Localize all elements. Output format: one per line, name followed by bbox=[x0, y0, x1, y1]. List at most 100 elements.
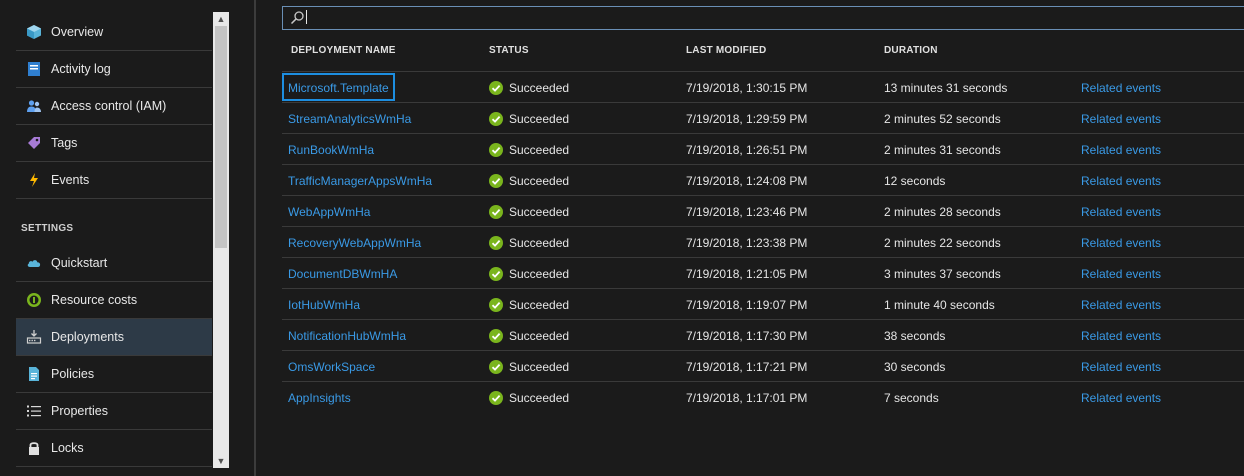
deployment-name[interactable]: OmsWorkSpace bbox=[288, 360, 375, 374]
related-events-link[interactable]: Related events bbox=[1081, 258, 1161, 289]
menu-item-quickstart[interactable]: Quickstart bbox=[16, 245, 212, 282]
success-check-icon bbox=[489, 266, 503, 281]
table-row[interactable]: DocumentDBWmHA Succeeded 7/19/2018, 1:21:0… bbox=[282, 257, 1244, 288]
deployment-name[interactable]: AppInsights bbox=[288, 391, 351, 405]
success-check-icon bbox=[489, 297, 503, 312]
success-check-icon bbox=[489, 359, 503, 374]
menu-item-deployments[interactable]: Deployments bbox=[16, 319, 212, 356]
status-cell: Succeeded bbox=[489, 72, 569, 103]
deployment-name-link[interactable]: RunBookWmHa bbox=[288, 134, 374, 165]
menu-item-activity-log[interactable]: Activity log bbox=[16, 51, 212, 88]
menu-item-label: Access control (IAM) bbox=[51, 99, 167, 113]
deployment-name-link[interactable]: RecoveryWebAppWmHa bbox=[288, 227, 421, 258]
menu-item-label: Activity log bbox=[51, 62, 111, 76]
document-icon bbox=[16, 356, 51, 393]
deployment-name-link[interactable]: StreamAnalyticsWmHa bbox=[288, 103, 411, 134]
menu-item-access-control[interactable]: Access control (IAM) bbox=[16, 88, 212, 125]
menu-item-locks[interactable]: Locks bbox=[16, 430, 212, 467]
deployment-name[interactable]: RunBookWmHa bbox=[288, 143, 374, 157]
success-check-icon bbox=[489, 235, 503, 250]
deployment-name-link[interactable]: DocumentDBWmHA bbox=[288, 258, 397, 289]
table-row[interactable]: RunBookWmHa Succeeded 7/19/2018, 1:26:51 P… bbox=[282, 133, 1244, 164]
status-cell: Succeeded bbox=[489, 103, 569, 134]
settings-section-heading: SETTINGS bbox=[21, 223, 74, 234]
deployment-name[interactable]: RecoveryWebAppWmHa bbox=[288, 236, 421, 250]
deployment-name-link[interactable]: OmsWorkSpace bbox=[288, 351, 375, 382]
related-events-link[interactable]: Related events bbox=[1081, 289, 1161, 320]
search-input[interactable] bbox=[307, 9, 1207, 27]
status-text: Succeeded bbox=[509, 204, 570, 219]
menu-item-resource-costs[interactable]: Resource costs bbox=[16, 282, 212, 319]
status-text: Succeeded bbox=[509, 173, 570, 188]
lock-icon bbox=[16, 430, 51, 467]
related-events-link[interactable]: Related events bbox=[1081, 103, 1161, 134]
duration-cell: 7 seconds bbox=[884, 390, 939, 405]
deployment-name-link[interactable]: TrafficManagerAppsWmHa bbox=[288, 165, 432, 196]
menu-item-overview[interactable]: Overview bbox=[16, 14, 212, 51]
deployment-name[interactable]: TrafficManagerAppsWmHa bbox=[288, 174, 432, 188]
deployment-name[interactable]: NotificationHubWmHa bbox=[288, 329, 406, 343]
table-row[interactable]: RecoveryWebAppWmHa Succeeded 7/19/2018, 1:… bbox=[282, 226, 1244, 257]
duration-cell: 2 minutes 31 seconds bbox=[884, 142, 1001, 157]
deployment-name[interactable]: IotHubWmHa bbox=[288, 298, 360, 312]
deployment-name-link[interactable]: WebAppWmHa bbox=[288, 196, 370, 227]
related-events-link[interactable]: Related events bbox=[1081, 382, 1161, 413]
deployment-name-link[interactable]: Microsoft.Template bbox=[282, 72, 395, 103]
menu-item-properties[interactable]: Properties bbox=[16, 393, 212, 430]
last-modified-cell: 7/19/2018, 1:19:07 PM bbox=[686, 297, 808, 312]
last-modified-cell: 7/19/2018, 1:23:38 PM bbox=[686, 235, 808, 250]
scroll-down-arrow-icon[interactable]: ▼ bbox=[213, 454, 229, 468]
table-row[interactable]: IotHubWmHa Succeeded 7/19/2018, 1:19:07 PM… bbox=[282, 288, 1244, 319]
status-cell: Succeeded bbox=[489, 382, 569, 413]
column-header-duration[interactable]: DURATION bbox=[884, 45, 938, 56]
menu-item-events[interactable]: Events bbox=[16, 162, 212, 199]
table-row[interactable]: StreamAnalyticsWmHa Succeeded 7/19/2018, 1… bbox=[282, 102, 1244, 133]
deployment-name[interactable]: StreamAnalyticsWmHa bbox=[288, 112, 411, 126]
related-events-link[interactable]: Related events bbox=[1081, 134, 1161, 165]
deployments-icon bbox=[16, 319, 51, 356]
success-check-icon bbox=[489, 390, 503, 405]
related-events-link[interactable]: Related events bbox=[1081, 165, 1161, 196]
search-icon bbox=[289, 10, 305, 26]
status-cell: Succeeded bbox=[489, 134, 569, 165]
duration-cell: 12 seconds bbox=[884, 173, 946, 188]
status-cell: Succeeded bbox=[489, 196, 569, 227]
deployment-name[interactable]: WebAppWmHa bbox=[288, 205, 370, 219]
related-events-link[interactable]: Related events bbox=[1081, 351, 1161, 382]
menu-item-policies[interactable]: Policies bbox=[16, 356, 212, 393]
status-cell: Succeeded bbox=[489, 227, 569, 258]
table-row[interactable]: WebAppWmHa Succeeded 7/19/2018, 1:23:46 PM… bbox=[282, 195, 1244, 226]
related-events-link[interactable]: Related events bbox=[1081, 72, 1161, 103]
scroll-up-arrow-icon[interactable]: ▲ bbox=[213, 12, 229, 26]
deployment-name[interactable]: DocumentDBWmHA bbox=[288, 267, 397, 281]
list-icon bbox=[16, 393, 51, 430]
table-row[interactable]: TrafficManagerAppsWmHa Succeeded 7/19/2018… bbox=[282, 164, 1244, 195]
success-check-icon bbox=[489, 173, 503, 188]
deployment-name-link[interactable]: NotificationHubWmHa bbox=[288, 320, 406, 351]
deployments-search-box[interactable] bbox=[282, 6, 1244, 30]
menu-item-label: Events bbox=[51, 173, 90, 187]
related-events-link[interactable]: Related events bbox=[1081, 227, 1161, 258]
tag-icon bbox=[16, 125, 51, 162]
column-header-deployment-name[interactable]: DEPLOYMENT NAME bbox=[291, 45, 396, 56]
menu-item-label: Properties bbox=[51, 404, 108, 418]
table-row[interactable]: NotificationHubWmHa Succeeded 7/19/2018, 1… bbox=[282, 319, 1244, 350]
scrollbar-thumb[interactable] bbox=[215, 26, 227, 248]
sidebar-scrollbar[interactable]: ▲ ▼ bbox=[213, 12, 229, 468]
status-text: Succeeded bbox=[509, 359, 570, 374]
deployment-name[interactable]: Microsoft.Template bbox=[288, 81, 389, 95]
status-cell: Succeeded bbox=[489, 165, 569, 196]
users-icon bbox=[16, 88, 51, 125]
table-row[interactable]: Microsoft.Template Succeeded 7/19/2018, 1:… bbox=[282, 71, 1244, 102]
cloud-icon bbox=[16, 245, 51, 282]
table-row[interactable]: AppInsights Succeeded 7/19/2018, 1:17:01 P… bbox=[282, 381, 1244, 412]
menu-item-label: Tags bbox=[51, 136, 78, 150]
menu-item-tags[interactable]: Tags bbox=[16, 125, 212, 162]
deployment-name-link[interactable]: IotHubWmHa bbox=[288, 289, 360, 320]
deployment-name-link[interactable]: AppInsights bbox=[288, 382, 351, 413]
related-events-link[interactable]: Related events bbox=[1081, 196, 1161, 227]
column-header-last-modified[interactable]: LAST MODIFIED bbox=[686, 45, 766, 56]
table-row[interactable]: OmsWorkSpace Succeeded 7/19/2018, 1:17:21 … bbox=[282, 350, 1244, 381]
related-events-link[interactable]: Related events bbox=[1081, 320, 1161, 351]
column-header-status[interactable]: STATUS bbox=[489, 45, 529, 56]
